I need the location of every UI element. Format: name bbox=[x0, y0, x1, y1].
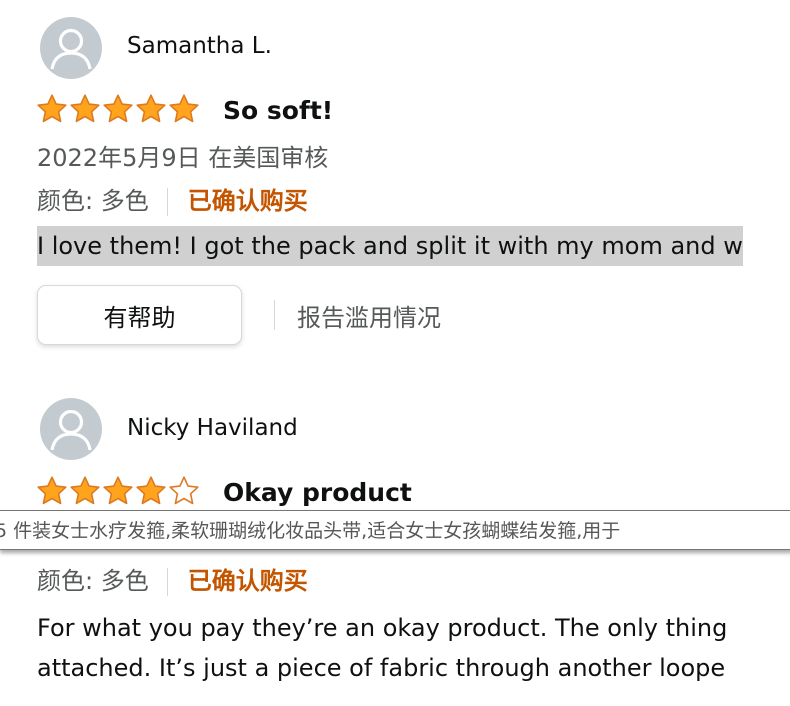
user-avatar-icon bbox=[40, 398, 102, 460]
product-title-tooltip: 5 件装女士水疗发箍,柔软珊瑚绒化妆品头带,适合女士女孩蝴蝶结发箍,用于 bbox=[0, 510, 790, 550]
review-body: I love them! I got the pack and split it… bbox=[37, 226, 743, 266]
star-filled-icon bbox=[136, 94, 166, 123]
review-date: 2022年5月9日 在美国审核 bbox=[37, 144, 329, 172]
helpful-button[interactable]: 有帮助 bbox=[37, 285, 242, 345]
star-empty-icon bbox=[169, 476, 199, 505]
meta-divider bbox=[166, 188, 168, 216]
star-filled-icon bbox=[37, 476, 67, 505]
star-filled-icon bbox=[103, 94, 133, 123]
star-filled-icon bbox=[169, 94, 199, 123]
review-author-name[interactable]: Nicky Haviland bbox=[127, 415, 298, 441]
review-title[interactable]: Okay product bbox=[223, 478, 412, 507]
review-meta: 颜色: 多色 已确认购买 bbox=[37, 561, 308, 596]
review-author-name[interactable]: Samantha L. bbox=[127, 33, 272, 59]
review-meta: 颜色: 多色 已确认购买 bbox=[37, 181, 308, 216]
star-filled-icon bbox=[136, 476, 166, 505]
star-filled-icon bbox=[103, 476, 133, 505]
review-body-line: attached. It’s just a piece of fabric th… bbox=[37, 654, 726, 682]
verified-purchase-badge: 已确认购买 bbox=[187, 567, 308, 595]
report-abuse-link[interactable]: 报告滥用情况 bbox=[297, 298, 441, 333]
color-variant: 颜色: 多色 bbox=[37, 567, 149, 595]
verified-purchase-badge: 已确认购买 bbox=[187, 187, 308, 215]
star-filled-icon bbox=[70, 94, 100, 123]
star-filled-icon bbox=[70, 476, 100, 505]
review-body-line: For what you pay they’re an okay product… bbox=[37, 614, 728, 642]
meta-divider bbox=[166, 568, 168, 596]
tooltip-text: 5 件装女士水疗发箍,柔软珊瑚绒化妆品头带,适合女士女孩蝴蝶结发箍,用于 bbox=[0, 520, 621, 542]
user-avatar-icon bbox=[40, 17, 102, 79]
action-divider bbox=[274, 300, 275, 330]
star-filled-icon bbox=[37, 94, 67, 123]
review-body: For what you pay they’re an okay product… bbox=[37, 608, 727, 688]
star-rating[interactable] bbox=[36, 475, 201, 509]
review-title[interactable]: So soft! bbox=[223, 96, 333, 125]
color-variant: 颜色: 多色 bbox=[37, 187, 149, 215]
star-rating[interactable] bbox=[36, 93, 201, 127]
